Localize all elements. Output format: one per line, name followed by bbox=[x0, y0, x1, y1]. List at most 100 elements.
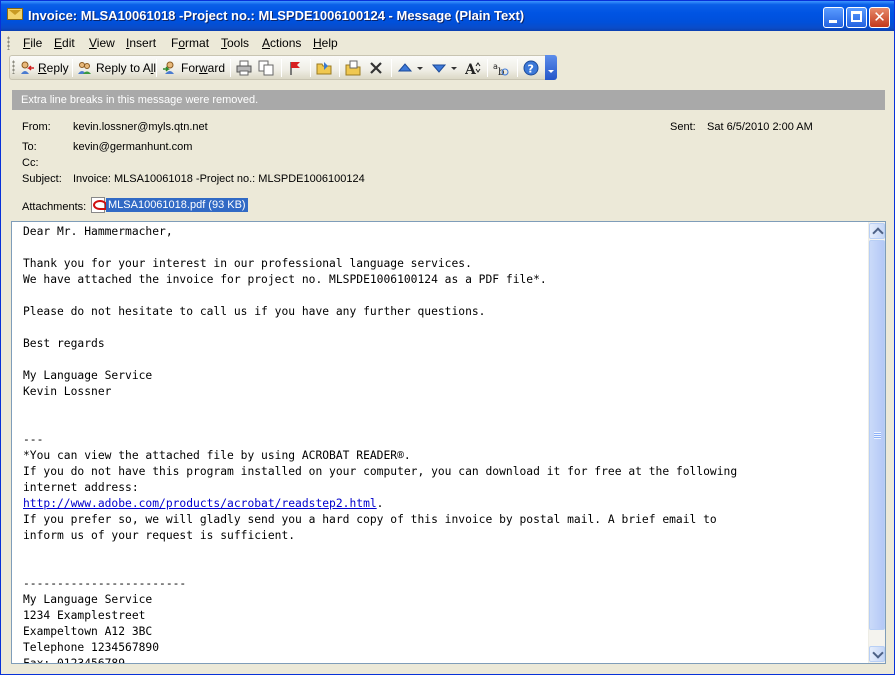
info-bar[interactable]: Extra line breaks in this message were r… bbox=[12, 90, 885, 110]
message-body[interactable]: Dear Mr. Hammermacher, Thank you for you… bbox=[11, 221, 886, 664]
body-line: My Language Service bbox=[23, 593, 153, 606]
body-line: internet address: bbox=[23, 481, 139, 494]
maximize-icon bbox=[851, 11, 862, 22]
body-line: Fax: 0123456789 bbox=[23, 657, 126, 664]
print-button[interactable] bbox=[236, 59, 252, 77]
previous-item-button[interactable] bbox=[397, 59, 413, 77]
reply-all-icon bbox=[78, 62, 91, 74]
body-line bbox=[23, 560, 869, 576]
move-icon bbox=[345, 60, 361, 76]
body-line: *You can view the attached file by using… bbox=[23, 449, 411, 462]
sent-label: Sent: bbox=[670, 121, 696, 133]
body-line: We have attached the invoice for project… bbox=[23, 273, 547, 286]
close-icon: ✕ bbox=[873, 8, 886, 26]
menu-actions[interactable]: Actions bbox=[262, 36, 301, 50]
subject-label: Subject: bbox=[22, 173, 62, 185]
menu-help[interactable]: Help bbox=[313, 36, 338, 50]
body-line: inform us of your request is sufficient. bbox=[23, 529, 296, 542]
toolbar-separator bbox=[281, 59, 282, 77]
forward-button[interactable]: Forward bbox=[162, 59, 225, 77]
scroll-down-icon[interactable] bbox=[869, 646, 885, 662]
toolbar-grip-icon[interactable] bbox=[12, 60, 15, 74]
pdf-icon bbox=[91, 197, 107, 213]
from-label: From: bbox=[22, 121, 51, 133]
vertical-scrollbar[interactable] bbox=[868, 222, 885, 663]
printer-icon bbox=[236, 60, 252, 76]
to-label: To: bbox=[22, 141, 37, 153]
subject-value: Invoice: MLSA10061018 -Project no.: MLSP… bbox=[73, 173, 365, 185]
toolbar-separator bbox=[310, 59, 311, 77]
delete-button[interactable] bbox=[368, 59, 384, 77]
menubar-grip-icon[interactable] bbox=[7, 36, 10, 50]
next-item-button[interactable] bbox=[431, 59, 447, 77]
menu-bar: File Edit View Insert Format Tools Actio… bbox=[2, 32, 893, 54]
folder-icon bbox=[316, 62, 332, 75]
body-line: If you prefer so, we will gladly send yo… bbox=[23, 513, 717, 526]
move-button[interactable] bbox=[345, 59, 361, 77]
reply-button[interactable]: Reply bbox=[19, 59, 69, 77]
forward-icon bbox=[163, 61, 174, 74]
body-line bbox=[23, 416, 869, 432]
menu-edit[interactable]: Edit bbox=[54, 36, 75, 50]
toolbar-separator bbox=[339, 59, 340, 77]
menu-format[interactable]: Format bbox=[171, 36, 209, 50]
copy-button[interactable] bbox=[258, 59, 274, 77]
attachments-label: Attachments: bbox=[22, 201, 87, 213]
previous-item-dropdown[interactable] bbox=[416, 59, 424, 77]
body-line: Thank you for your interest in our profe… bbox=[23, 257, 472, 270]
minimize-button[interactable] bbox=[823, 7, 844, 28]
adobe-reader-link[interactable]: http://www.adobe.com/products/acrobat/re… bbox=[23, 497, 377, 510]
delete-icon bbox=[370, 62, 382, 74]
toolbar-separator bbox=[72, 59, 73, 77]
toolbar-options-icon[interactable] bbox=[545, 55, 557, 80]
body-line: My Language Service bbox=[23, 369, 153, 382]
up-arrow-icon bbox=[397, 63, 413, 72]
attachment-link[interactable]: MLSA10061018.pdf (93 KB) bbox=[106, 198, 248, 212]
copy-icon bbox=[258, 60, 274, 76]
translate-icon: ab bbox=[493, 62, 509, 76]
to-value[interactable]: kevin@germanhunt.com bbox=[73, 141, 192, 153]
title-bar[interactable]: Invoice: MLSA10061018 -Project no.: MLSP… bbox=[1, 1, 894, 31]
body-line bbox=[23, 288, 869, 304]
body-line: --- bbox=[23, 433, 44, 446]
from-value[interactable]: kevin.lossner@myls.qtn.net bbox=[73, 121, 208, 133]
body-line bbox=[23, 400, 869, 416]
close-button[interactable]: ✕ bbox=[869, 7, 890, 28]
follow-up-button[interactable] bbox=[287, 59, 303, 77]
menu-view[interactable]: View bbox=[89, 36, 115, 50]
message-window: Invoice: MLSA10061018 -Project no.: MLSP… bbox=[0, 0, 895, 675]
font-size-icon: A bbox=[465, 62, 481, 76]
menu-file[interactable]: File bbox=[23, 36, 42, 50]
down-arrow-icon bbox=[431, 64, 447, 73]
minimize-icon bbox=[829, 20, 837, 23]
body-line: Dear Mr. Hammermacher, bbox=[23, 225, 173, 238]
toolbar-separator bbox=[517, 59, 518, 77]
body-line: ------------------------ bbox=[23, 577, 187, 590]
sent-value: Sat 6/5/2010 2:00 AM bbox=[707, 121, 813, 133]
move-to-folder-button[interactable] bbox=[316, 59, 332, 77]
body-line: Kevin Lossner bbox=[23, 385, 112, 398]
help-button[interactable]: ? bbox=[523, 59, 539, 77]
scroll-thumb[interactable] bbox=[869, 240, 885, 630]
message-text: Dear Mr. Hammermacher, Thank you for you… bbox=[23, 224, 869, 664]
body-line: If you do not have this program installe… bbox=[23, 465, 738, 478]
body-line: Telephone 1234567890 bbox=[23, 641, 160, 654]
next-item-dropdown[interactable] bbox=[450, 59, 458, 77]
svg-text:A: A bbox=[465, 62, 477, 76]
chevron-down-icon bbox=[451, 67, 457, 70]
body-line bbox=[23, 320, 869, 336]
menu-tools[interactable]: Tools bbox=[221, 36, 249, 50]
body-line: 1234 Examplestreet bbox=[23, 609, 146, 622]
standard-toolbar: Reply Reply to All Forward A a b ? bbox=[9, 55, 557, 80]
font-size-button[interactable]: A bbox=[465, 59, 481, 77]
link-line: http://www.adobe.com/products/acrobat/re… bbox=[23, 497, 384, 510]
toolbar-separator bbox=[156, 59, 157, 77]
menu-insert[interactable]: Insert bbox=[126, 36, 156, 50]
window-title: Invoice: MLSA10061018 -Project no.: MLSP… bbox=[28, 8, 525, 23]
maximize-button[interactable] bbox=[846, 7, 867, 28]
reply-all-button[interactable]: Reply to All bbox=[77, 59, 156, 77]
flag-icon bbox=[290, 62, 300, 75]
scroll-up-icon[interactable] bbox=[869, 223, 885, 239]
translate-button[interactable]: ab bbox=[493, 59, 509, 77]
body-line: Best regards bbox=[23, 337, 105, 350]
